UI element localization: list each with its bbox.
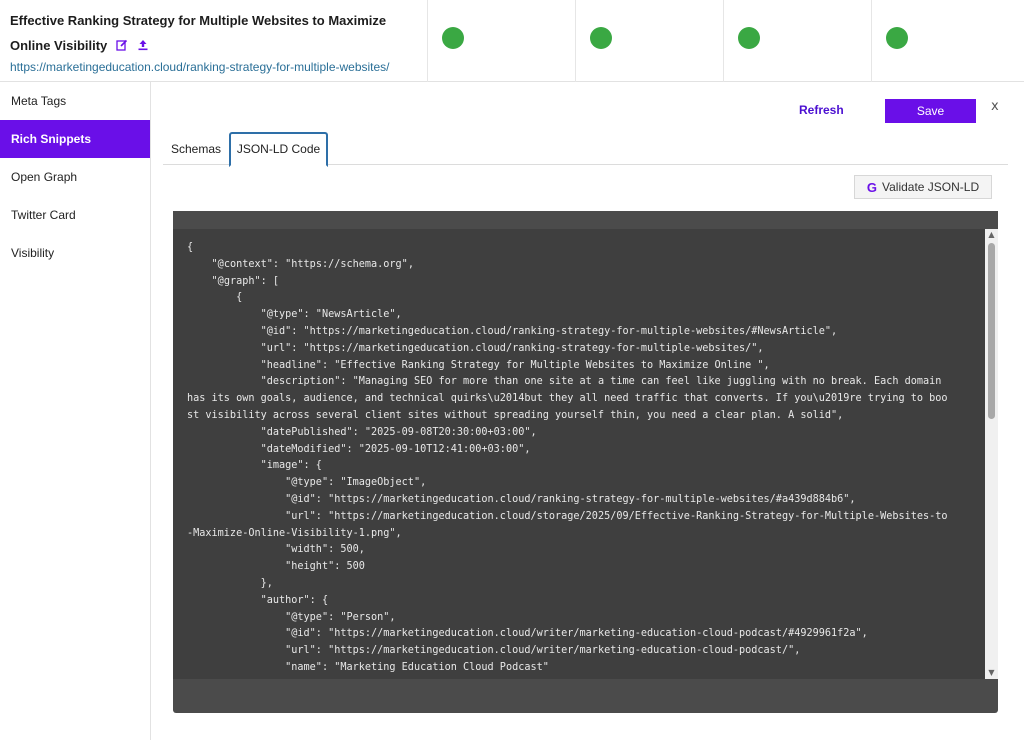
validate-label: Validate JSON-LD (881, 180, 980, 194)
post-title-text: Effective Ranking Strategy for Multiple … (10, 13, 387, 53)
sidebar: Meta Tags Rich Snippets Open Graph Twitt… (0, 82, 151, 740)
main-panel: Refresh Save x Schemas JSON-LD Code G Va… (151, 82, 1024, 740)
google-icon: G (866, 179, 877, 195)
code-editor: { "@context": "https://schema.org", "@gr… (173, 211, 998, 713)
json-ld-code[interactable]: { "@context": "https://schema.org", "@gr… (173, 229, 968, 677)
post-title: Effective Ranking Strategy for Multiple … (10, 8, 417, 58)
post-url-link[interactable]: https://marketingeducation.cloud/ranking… (10, 60, 417, 74)
status-cell (428, 0, 576, 82)
status-dot (738, 27, 760, 49)
status-cell (724, 0, 872, 82)
save-button[interactable]: Save (885, 99, 976, 123)
tab-bar: Schemas JSON-LD Code (163, 132, 1008, 167)
sidebar-item-open-graph[interactable]: Open Graph (0, 158, 150, 196)
sidebar-item-meta-tags[interactable]: Meta Tags (0, 82, 150, 120)
status-cell (576, 0, 724, 82)
scroll-down-icon[interactable]: ▼ (985, 667, 998, 679)
status-cell (872, 0, 1024, 82)
post-header: Effective Ranking Strategy for Multiple … (0, 0, 1024, 82)
scroll-up-icon[interactable]: ▲ (985, 229, 998, 241)
sidebar-item-visibility[interactable]: Visibility (0, 234, 150, 272)
code-editor-toolbar (173, 211, 998, 229)
post-title-cell: Effective Ranking Strategy for Multiple … (0, 0, 428, 82)
close-button[interactable]: x (991, 99, 999, 114)
upload-icon[interactable] (137, 39, 149, 51)
status-dot (442, 27, 464, 49)
sidebar-item-twitter-card[interactable]: Twitter Card (0, 196, 150, 234)
status-dot (590, 27, 612, 49)
tab-schemas[interactable]: Schemas (163, 132, 229, 166)
sidebar-item-rich-snippets[interactable]: Rich Snippets (0, 120, 150, 158)
tab-json-ld-code[interactable]: JSON-LD Code (229, 132, 328, 167)
scrollbar-thumb[interactable] (988, 243, 995, 419)
vertical-scrollbar[interactable]: ▲ ▼ (985, 229, 998, 679)
status-dot (886, 27, 908, 49)
refresh-button[interactable]: Refresh (799, 103, 844, 117)
validate-json-ld-button[interactable]: G Validate JSON-LD (854, 175, 992, 199)
edit-icon[interactable] (116, 39, 128, 51)
code-viewport[interactable]: { "@context": "https://schema.org", "@gr… (173, 229, 998, 679)
